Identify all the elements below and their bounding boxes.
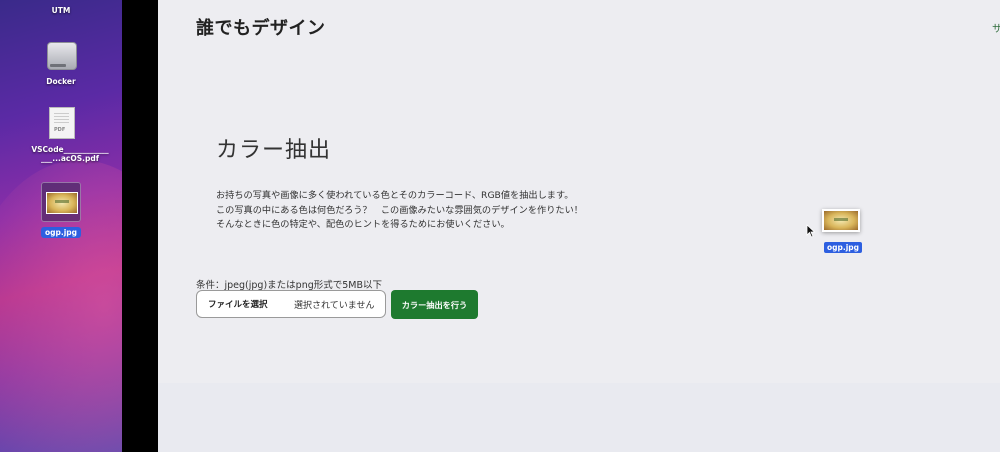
desktop-item-ogp[interactable]: ogp.jpg bbox=[0, 182, 122, 238]
image-file-icon bbox=[41, 182, 81, 222]
page-title: カラー抽出 bbox=[216, 138, 332, 163]
desktop-item-label: ogp.jpg bbox=[40, 227, 82, 238]
desktop-item-docker[interactable]: Docker bbox=[0, 38, 122, 86]
extract-colors-button[interactable]: カラー抽出を行う bbox=[391, 290, 478, 319]
description-line: そんなときに色の特定や、配色のヒントを得るためにお使いください。 bbox=[216, 219, 510, 230]
page-description: お持ちの写真や画像に多く使われている色とそのカラーコード、RGB値を抽出します。… bbox=[216, 189, 583, 233]
desktop-item-label: Docker bbox=[46, 77, 76, 86]
description-line: この写真の中にある色は何色だろう？ この画像みたいな雰囲気のデザインを作りたい！ bbox=[216, 204, 583, 216]
nav-link-partial[interactable]: サ bbox=[992, 20, 1000, 35]
dragged-file-label: ogp.jpg bbox=[824, 242, 863, 253]
choose-file-button[interactable]: ファイルを選択 bbox=[197, 298, 278, 310]
upload-condition: 条件：jpeg(jpg)またはpng形式で5MB以下 bbox=[196, 280, 382, 291]
page-footer-area bbox=[158, 383, 1000, 452]
file-input[interactable]: ファイルを選択 選択されていません bbox=[196, 290, 386, 318]
description-line: お持ちの写真や画像に多く使われている色とそのカラーコード、RGB値を抽出します。 bbox=[216, 190, 574, 201]
desktop-item-label: VSCode_______________...acOS.pdf bbox=[31, 145, 109, 163]
mouse-pointer-icon bbox=[806, 224, 816, 238]
desktop-item-label: UTM bbox=[51, 6, 71, 15]
site-title[interactable]: 誰でもデザイン bbox=[196, 14, 326, 40]
dragged-image-icon[interactable] bbox=[822, 209, 860, 232]
browser-content: 誰でもデザイン サ カラー抽出 お持ちの写真や画像に多く使われている色とそのカラ… bbox=[158, 0, 1000, 452]
desktop-item-utm[interactable]: UTM bbox=[0, 6, 122, 15]
desktop-item-vscode-pdf[interactable]: PDF VSCode_______________...acOS.pdf bbox=[0, 107, 122, 163]
disk-icon bbox=[44, 38, 78, 72]
file-status: 選択されていません bbox=[294, 300, 375, 311]
pdf-file-icon: PDF bbox=[43, 107, 79, 139]
desktop: UTM Docker PDF VSCode_______________...a… bbox=[0, 0, 122, 452]
